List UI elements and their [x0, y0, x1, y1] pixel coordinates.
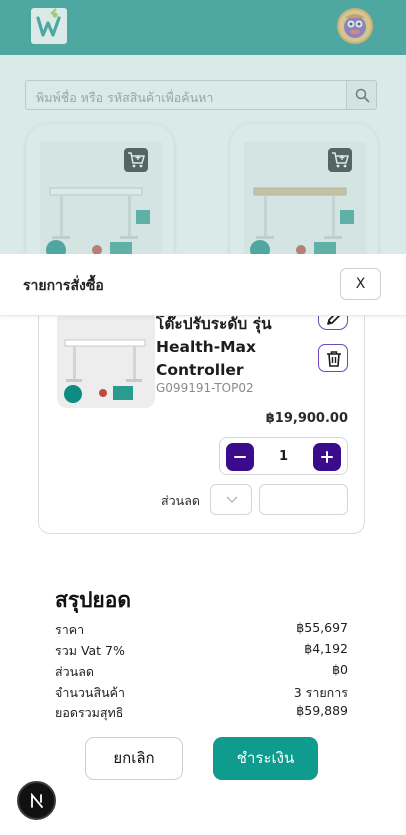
- cart-item-name: โต๊ะปรับระดับ รุ่น Health-Max Controller…: [156, 315, 272, 379]
- cart-item-card: โต๊ะปรับระดับ รุ่น Health-Max Controller…: [38, 294, 365, 534]
- quantity-stepper: 1: [219, 437, 348, 475]
- sheet-header: รายการสั่งซื้อ X: [0, 254, 406, 316]
- summary-value: ฿0: [332, 662, 348, 677]
- cart-item-price: ฿19,900.00: [265, 411, 348, 426]
- summary-value: ฿4,192: [304, 641, 348, 656]
- summary-row-item-count: จำนวนสินค้า 3 รายการ: [55, 683, 348, 703]
- summary-row-price: ราคา ฿55,697: [55, 620, 348, 640]
- summary-value: ฿59,889: [296, 703, 348, 718]
- summary-label: ยอดรวมสุทธิ: [55, 705, 124, 720]
- summary-label: จำนวนสินค้า: [55, 685, 126, 700]
- pay-button[interactable]: ชำระเงิน: [213, 737, 318, 780]
- summary-label: ราคา: [55, 622, 85, 637]
- increase-quantity-button[interactable]: [313, 443, 341, 471]
- summary-label: รวม Vat 7%: [55, 643, 125, 658]
- summary-value: 3 รายการ: [293, 685, 348, 700]
- cancel-button[interactable]: ยกเลิก: [85, 737, 183, 780]
- discount-label: ส่วนลด: [161, 493, 200, 508]
- cart-item-sku: G099191-TOP02: [156, 381, 254, 395]
- summary-row-vat: รวม Vat 7% ฿4,192: [55, 641, 348, 661]
- summary-label: ส่วนลด: [55, 664, 94, 679]
- discount-type-select[interactable]: [210, 484, 252, 515]
- sheet-title: รายการสั่งซื้อ: [23, 278, 104, 294]
- summary-title: สรุปยอด: [55, 588, 131, 612]
- summary-row-net-total: ยอดรวมสุทธิ ฿59,889: [55, 703, 348, 723]
- cart-item-image: [57, 310, 155, 408]
- quantity-value[interactable]: 1: [254, 449, 313, 464]
- summary-value: ฿55,697: [296, 620, 348, 635]
- nextjs-icon[interactable]: [17, 781, 56, 820]
- discount-amount-input[interactable]: [259, 484, 348, 515]
- delete-item-button[interactable]: [318, 344, 348, 372]
- summary-row-discount: ส่วนลด ฿0: [55, 662, 348, 682]
- order-sheet: โต๊ะปรับระดับ รุ่น Health-Max Controller…: [0, 254, 406, 835]
- decrease-quantity-button[interactable]: [226, 443, 254, 471]
- close-button[interactable]: X: [340, 268, 381, 300]
